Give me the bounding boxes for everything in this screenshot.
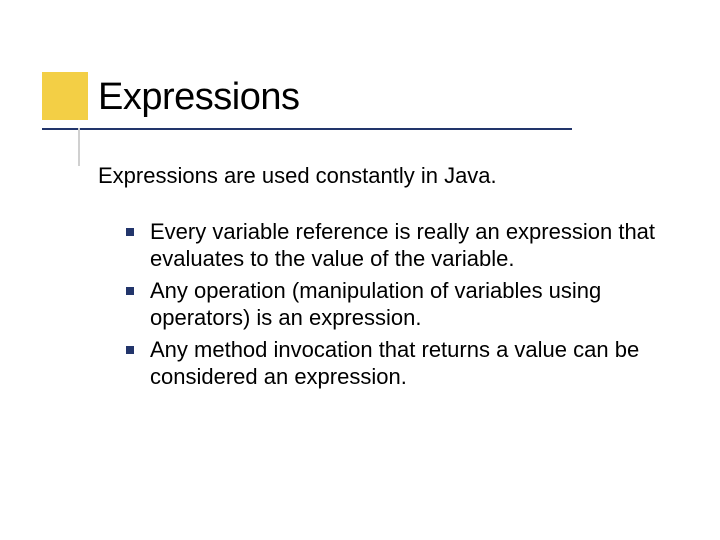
list-item: Any method invocation that returns a val… (126, 336, 658, 391)
bullet-text: Every variable reference is really an ex… (150, 219, 655, 272)
list-item: Every variable reference is really an ex… (126, 218, 658, 273)
title-underline (42, 128, 572, 130)
bullet-list: Every variable reference is really an ex… (126, 218, 658, 391)
list-item: Any operation (manipulation of variables… (126, 277, 658, 332)
title-area: Expressions (98, 76, 299, 125)
bullet-text: Any operation (manipulation of variables… (150, 278, 601, 331)
intro-text: Expressions are used constantly in Java. (98, 162, 658, 190)
slide-title: Expressions (98, 76, 299, 125)
slide-body: Expressions are used constantly in Java.… (98, 162, 658, 395)
bullet-text: Any method invocation that returns a val… (150, 337, 639, 390)
title-vertical-accent (78, 128, 80, 166)
title-accent-square (42, 72, 88, 120)
slide: Expressions Expressions are used constan… (0, 0, 720, 540)
